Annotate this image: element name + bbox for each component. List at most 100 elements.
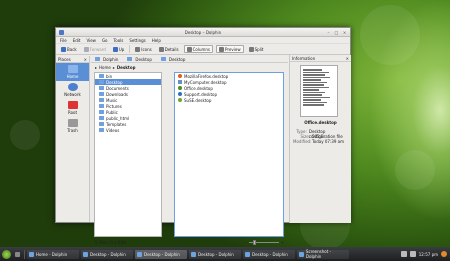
menu-go[interactable]: Go [102, 38, 108, 43]
taskbar-task[interactable]: Desktop - Dolphin [243, 249, 295, 259]
cashew-icon[interactable] [441, 251, 447, 257]
toolbar: Back Forward Up Icons Details Columns Pr… [56, 44, 350, 55]
preview-icon [219, 46, 225, 52]
forward-button[interactable]: Forward [82, 45, 108, 53]
places-item-home[interactable]: Home [56, 63, 89, 81]
desktop-pager-icon[interactable] [13, 250, 22, 259]
meta-value: Today 07:39 am [312, 139, 344, 144]
details-view-icon [158, 46, 164, 52]
dolphin-icon [245, 251, 250, 257]
up-button[interactable]: Up [111, 45, 126, 53]
taskbar: Home - Dolphin Desktop - Dolphin Desktop… [0, 247, 450, 261]
taskbar-task[interactable]: Desktop - Dolphin [135, 249, 187, 259]
status-bar: 5 Files (3.1 KiB) – + [91, 239, 288, 245]
menu-file[interactable]: File [60, 38, 67, 43]
menu-view[interactable]: View [86, 38, 96, 43]
zoom-in-icon[interactable]: + [281, 240, 284, 245]
breadcrumb: ▸ Home ▸ Desktop [91, 64, 196, 71]
taskbar-task[interactable]: Screenshot - Dolphin [297, 249, 349, 259]
folder-icon [99, 74, 104, 78]
system-tray: 12:57 pm [400, 251, 450, 257]
folder-icon [95, 57, 100, 61]
file-column: MozillaFirefox.desktop MyComputer.deskto… [174, 72, 284, 237]
folder-column: bin Desktop Documents Downloads Music Pi… [94, 72, 162, 237]
zoom-track[interactable] [248, 239, 279, 245]
places-item-root[interactable]: Root [56, 99, 89, 117]
folder-icon [99, 116, 104, 120]
window-title: Desktop – Dolphin [184, 30, 222, 35]
folder-icon [99, 80, 104, 84]
menu-help[interactable]: Help [152, 38, 161, 43]
icons-view-icon [135, 46, 141, 52]
file-preview [300, 65, 338, 117]
breadcrumb-arrow-icon: ▸ [95, 65, 98, 70]
panel-close-icon[interactable]: × [84, 57, 87, 62]
file-metadata: Type: Desktop configuration file Size: 502… [290, 129, 351, 144]
menu-edit[interactable]: Edit [73, 38, 81, 43]
icons-view-button[interactable]: Icons [133, 45, 153, 53]
columns-view-icon [186, 46, 192, 52]
columns-view-button[interactable]: Columns [183, 45, 214, 53]
network-tray-icon[interactable] [400, 251, 407, 257]
breadcrumb-home[interactable]: Home [99, 65, 111, 70]
folder-icon [99, 128, 104, 132]
taskbar-task[interactable]: Desktop - Dolphin [189, 249, 241, 259]
home-icon [67, 65, 78, 73]
zoom-handle[interactable] [252, 239, 256, 245]
folder-item[interactable]: Videos [95, 127, 161, 133]
places-item-network[interactable]: Network [56, 81, 89, 99]
back-button[interactable]: Back [59, 45, 79, 53]
breadcrumb-separator-icon: ▸ [112, 65, 115, 70]
selected-file-name: Office.desktop [304, 120, 337, 125]
zoom-slider[interactable]: – + [245, 239, 284, 245]
dolphin-icon [29, 251, 34, 257]
maximize-button[interactable]: □ [334, 30, 339, 35]
application-launcher-icon[interactable] [2, 249, 11, 259]
zoom-out-icon[interactable]: – [245, 240, 247, 245]
dolphin-icon [191, 251, 196, 257]
folder-icon [99, 104, 104, 108]
split-button[interactable]: Split [247, 45, 266, 53]
breadcrumb-current[interactable]: Desktop [117, 65, 136, 70]
folder-icon [99, 98, 104, 102]
close-button[interactable]: × [342, 30, 347, 35]
file-item[interactable]: SuSE.desktop [175, 97, 283, 103]
places-item-trash[interactable]: Trash [56, 117, 89, 135]
folder-icon [99, 122, 104, 126]
arrow-up-icon [112, 46, 118, 52]
trash-icon [67, 119, 78, 127]
folder-icon [99, 110, 104, 114]
folder-icon [99, 86, 104, 90]
suse-icon [178, 98, 182, 102]
places-title: Places [58, 57, 71, 62]
split-icon [248, 46, 254, 52]
toolbar-separator [129, 45, 131, 53]
menu-tools[interactable]: Tools [114, 38, 124, 43]
clock[interactable]: 12:57 pm [419, 252, 438, 257]
panel-close-icon[interactable]: × [346, 56, 349, 61]
status-text: 5 Files (3.1 KiB) [95, 239, 127, 245]
arrow-left-icon [61, 46, 66, 52]
arrow-right-icon [83, 46, 89, 52]
menu-settings[interactable]: Settings [129, 38, 145, 43]
office-icon [178, 86, 182, 90]
view-header: Dolphin Desktop Desktop [91, 56, 288, 63]
title-bar[interactable]: Desktop – Dolphin – □ × [56, 28, 350, 37]
dolphin-icon [137, 251, 142, 257]
places-panel: Places × Home Network Root Trash [56, 56, 90, 222]
network-icon [67, 83, 78, 91]
support-icon [178, 92, 182, 96]
preview-button[interactable]: Preview [216, 45, 244, 53]
computer-icon [178, 80, 182, 84]
menu-bar: File Edit View Go Tools Settings Help [56, 37, 350, 44]
details-view-button[interactable]: Details [157, 45, 181, 53]
folder-icon [160, 57, 166, 61]
root-folder-icon [67, 101, 78, 109]
folder-icon [127, 57, 133, 61]
folder-icon [99, 92, 104, 96]
taskbar-task[interactable]: Home - Dolphin [27, 249, 79, 259]
dolphin-icon [299, 251, 304, 257]
volume-icon[interactable] [409, 251, 416, 257]
taskbar-task[interactable]: Desktop - Dolphin [81, 249, 133, 259]
minimize-button[interactable]: – [326, 30, 331, 35]
